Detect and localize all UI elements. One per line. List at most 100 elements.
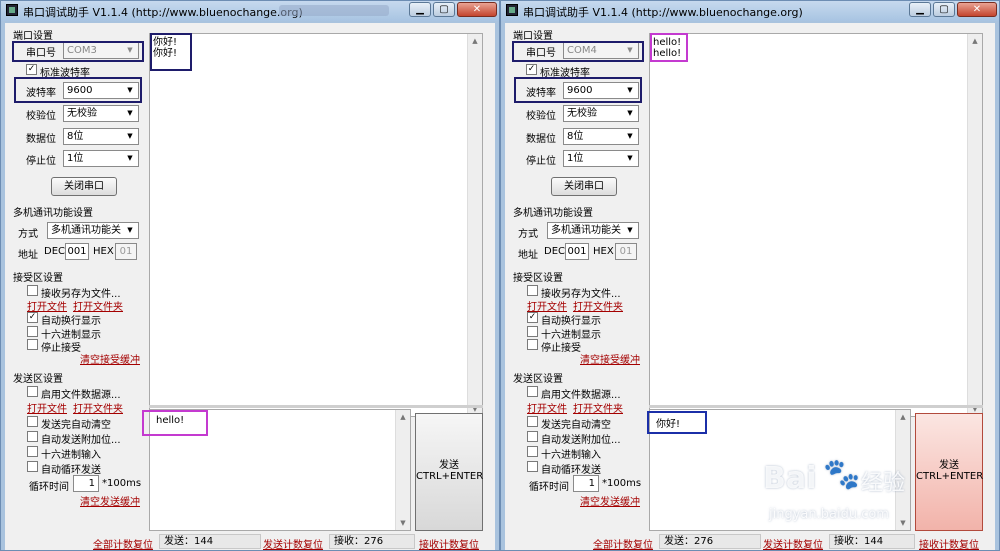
reset-recv-link[interactable]: 接收计数复位 — [919, 536, 979, 550]
send-open-file-link[interactable]: 打开文件 — [527, 400, 567, 415]
recv-save-checkbox[interactable] — [27, 285, 38, 296]
recv-save-checkbox[interactable] — [527, 285, 538, 296]
baud-select[interactable]: 9600 ▼ — [63, 82, 139, 99]
chevron-down-icon: ▼ — [627, 132, 633, 140]
receive-area[interactable]: 你好! 你好! ▲ ▼ — [149, 33, 483, 417]
port-select[interactable]: COM4 ▼ — [563, 42, 639, 59]
reset-sent-link[interactable]: 发送计数复位 — [763, 536, 823, 550]
stop-recv-checkbox[interactable] — [527, 339, 538, 350]
clear-send-link[interactable]: 清空发送缓冲 — [80, 493, 140, 508]
auto-newline-checkbox[interactable]: ✓ — [27, 312, 38, 323]
auto-clear-checkbox[interactable] — [527, 416, 538, 427]
recv-scrollbar[interactable]: ▲ ▼ — [467, 34, 482, 416]
recv-group-title: 接受区设置 — [13, 273, 63, 284]
send-open-file-link[interactable]: 打开文件 — [27, 400, 67, 415]
send-button[interactable]: 发送 CTRL+ENTER — [915, 413, 983, 531]
send-button-shortcut: CTRL+ENTER — [916, 471, 984, 482]
hex-input-checkbox[interactable] — [527, 446, 538, 457]
close-icon[interactable]: ✕ — [457, 2, 497, 17]
databits-select[interactable]: 8位 ▼ — [563, 128, 639, 145]
send-button-label: 发送 — [439, 460, 459, 471]
reset-all-link[interactable]: 全部计数复位 — [593, 536, 653, 550]
close-port-button[interactable]: 关闭串口 — [51, 177, 117, 196]
port-label: 串口号 — [26, 48, 56, 59]
loop-send-checkbox[interactable] — [527, 461, 538, 472]
splitter[interactable] — [649, 405, 983, 408]
chevron-down-icon: ▼ — [627, 46, 633, 54]
sent-count: 发送：144 — [159, 534, 261, 549]
send-open-folder-link[interactable]: 打开文件夹 — [573, 400, 623, 415]
mode-select[interactable]: 多机通讯功能关 ▼ — [547, 222, 639, 239]
title-bar[interactable]: 串口调试助手 V1.1.4 (http://www.bluenochange.o… — [1, 1, 499, 21]
loop-send-label: 自动循环发送 — [41, 465, 101, 476]
recv-open-folder-link[interactable]: 打开文件夹 — [573, 298, 623, 313]
send-button-shortcut: CTRL+ENTER — [416, 471, 484, 482]
dec-input[interactable]: 001 — [565, 243, 589, 260]
recv-open-folder-link[interactable]: 打开文件夹 — [73, 298, 123, 313]
send-area[interactable]: hello! ▲ ▼ — [149, 409, 411, 531]
title-bar[interactable]: 串口调试助手 V1.1.4 (http://www.bluenochange.o… — [501, 1, 999, 21]
send-button[interactable]: 发送 CTRL+ENTER — [415, 413, 483, 531]
hex-input[interactable]: 01 — [615, 243, 637, 260]
clear-recv-link[interactable]: 清空接受缓冲 — [580, 351, 640, 366]
stopbits-select[interactable]: 1位 ▼ — [563, 150, 639, 167]
hex-display-checkbox[interactable] — [27, 326, 38, 337]
std-baud-checkbox[interactable]: ✓ — [26, 64, 37, 75]
status-bar: 全部计数复位 发送：144 发送计数复位 接收：276 接收计数复位 — [5, 533, 495, 550]
baud-select[interactable]: 9600 ▼ — [563, 82, 639, 99]
clear-recv-link[interactable]: 清空接受缓冲 — [80, 351, 140, 366]
send-scrollbar[interactable]: ▲ ▼ — [395, 410, 410, 530]
recv-open-file-link[interactable]: 打开文件 — [27, 298, 67, 313]
close-port-button[interactable]: 关闭串口 — [551, 177, 617, 196]
receive-area[interactable]: hello! hello! ▲ ▼ — [649, 33, 983, 417]
splitter[interactable] — [149, 405, 483, 408]
dec-input[interactable]: 001 — [65, 243, 89, 260]
send-text: 你好! — [656, 419, 681, 430]
reset-sent-link[interactable]: 发送计数复位 — [263, 536, 323, 550]
hex-input[interactable]: 01 — [115, 243, 137, 260]
maximize-icon[interactable]: ▢ — [433, 2, 455, 17]
mode-select[interactable]: 多机通讯功能关 ▼ — [47, 222, 139, 239]
append-checkbox[interactable] — [527, 431, 538, 442]
chevron-down-icon: ▼ — [627, 86, 633, 94]
close-icon[interactable]: ✕ — [957, 2, 997, 17]
reset-all-link[interactable]: 全部计数复位 — [93, 536, 153, 550]
databits-label: 数据位 — [526, 134, 556, 145]
loop-time-input[interactable]: 1 — [73, 475, 99, 492]
minimize-icon[interactable]: ▁ — [909, 2, 931, 17]
send-open-folder-link[interactable]: 打开文件夹 — [73, 400, 123, 415]
stopbits-select[interactable]: 1位 ▼ — [63, 150, 139, 167]
maximize-icon[interactable]: ▢ — [933, 2, 955, 17]
chevron-down-icon: ▼ — [127, 132, 133, 140]
port-select[interactable]: COM3 ▼ — [63, 42, 139, 59]
std-baud-checkbox[interactable]: ✓ — [526, 64, 537, 75]
auto-newline-checkbox[interactable]: ✓ — [527, 312, 538, 323]
minimize-icon[interactable]: ▁ — [409, 2, 431, 17]
loop-time-input[interactable]: 1 — [573, 475, 599, 492]
parity-select[interactable]: 无校验 ▼ — [63, 105, 139, 122]
hex-display-checkbox[interactable] — [527, 326, 538, 337]
file-source-checkbox[interactable] — [527, 386, 538, 397]
hex-input-checkbox[interactable] — [27, 446, 38, 457]
parity-select[interactable]: 无校验 ▼ — [563, 105, 639, 122]
reset-recv-link[interactable]: 接收计数复位 — [419, 536, 479, 550]
stopbits-label: 停止位 — [26, 156, 56, 167]
left-serial-window: 串口调试助手 V1.1.4 (http://www.bluenochange.o… — [0, 0, 500, 551]
recv-scrollbar[interactable]: ▲ ▼ — [967, 34, 982, 416]
clear-send-link[interactable]: 清空发送缓冲 — [580, 493, 640, 508]
recv-line: hello! — [653, 48, 682, 59]
std-baud-label: 标准波特率 — [540, 68, 590, 79]
auto-clear-checkbox[interactable] — [27, 416, 38, 427]
send-text: hello! — [156, 415, 185, 426]
chevron-down-icon: ▼ — [627, 226, 633, 234]
loop-unit-label: *100ms — [102, 478, 142, 489]
auto-clear-label: 发送完自动清空 — [41, 420, 111, 431]
databits-select[interactable]: 8位 ▼ — [63, 128, 139, 145]
status-bar: 全部计数复位 发送：276 发送计数复位 接收：144 接收计数复位 — [505, 533, 995, 550]
stop-recv-checkbox[interactable] — [27, 339, 38, 350]
append-checkbox[interactable] — [27, 431, 38, 442]
recv-open-file-link[interactable]: 打开文件 — [527, 298, 567, 313]
loop-send-checkbox[interactable] — [27, 461, 38, 472]
app-icon — [506, 4, 518, 16]
file-source-checkbox[interactable] — [27, 386, 38, 397]
